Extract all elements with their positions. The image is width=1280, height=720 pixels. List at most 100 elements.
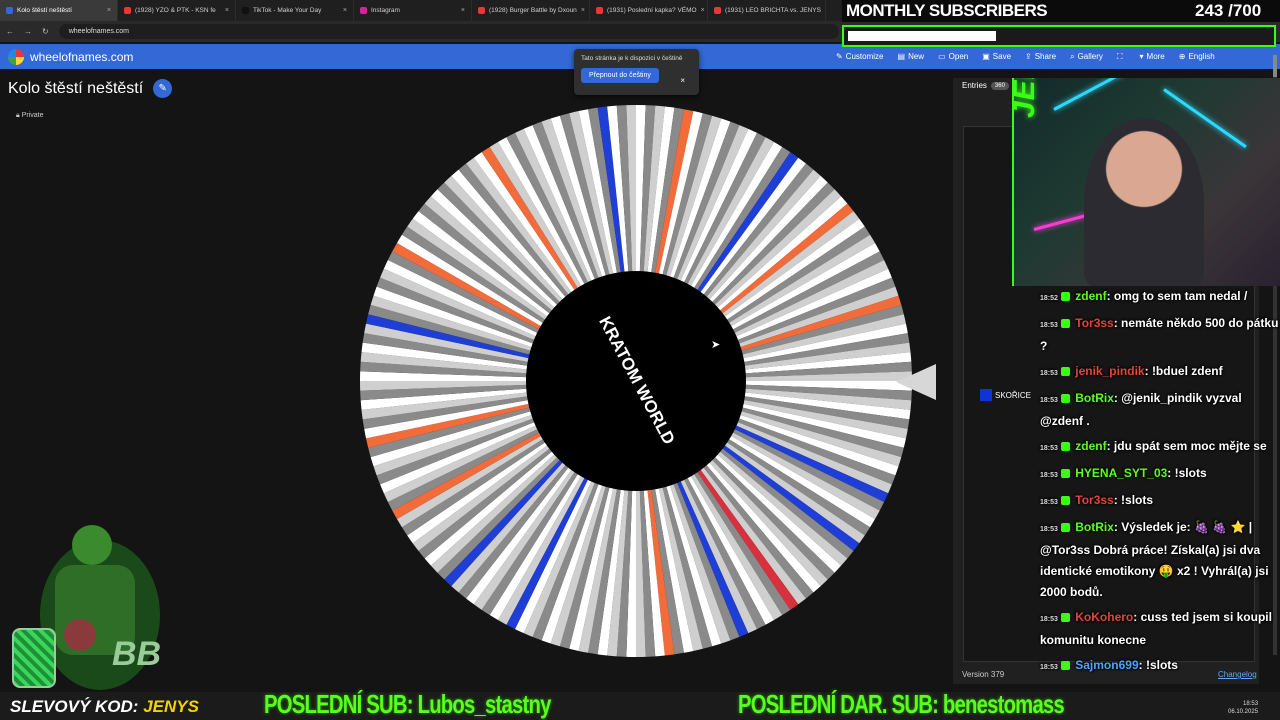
tab-favicon-icon — [478, 7, 485, 14]
chat-badge-icon — [1060, 319, 1070, 329]
last-gift-sub-ticker: POSLEDNÍ DAR. SUB: benestomass — [738, 689, 1065, 719]
chat-message: 18:52 zdenf: omg to sem tam nedal / — [1040, 289, 1248, 303]
wheel-pointer-arrow — [896, 364, 936, 400]
url-field[interactable]: wheelofnames.com — [58, 24, 839, 39]
version-label: Version 379 — [962, 670, 1005, 679]
tab-label: TikTok - Make Your Day — [253, 7, 322, 14]
switch-language-button[interactable]: Přepnout do češtiny — [581, 68, 659, 83]
chat-badge-icon — [1060, 394, 1070, 404]
tab-label: (1928) Burger Battle by Dxoun — [489, 7, 577, 14]
menu-item-open[interactable]: ▭ Open — [938, 52, 968, 61]
chat-badge-icon — [1060, 292, 1070, 302]
new-file-icon: ▤ — [897, 52, 906, 61]
site-name: wheelofnames.com — [30, 49, 134, 64]
chat-text: : !slots — [1113, 493, 1154, 507]
menu-item-gallery[interactable]: ⌕ Gallery — [1070, 52, 1103, 62]
browser-tab[interactable]: (1928) YZO & PTK - KSN fe × — [118, 0, 236, 21]
tab-favicon-icon — [714, 7, 721, 14]
tab-favicon-icon — [124, 7, 131, 14]
chat-message: 18:53 Tor3ss: !slots — [1040, 493, 1154, 507]
subs-progress-fill — [848, 31, 996, 41]
tab-close-icon[interactable]: × — [343, 7, 347, 14]
chat-username[interactable]: Tor3ss — [1075, 493, 1113, 507]
browser-tab[interactable]: (1931) LEO BRICHTA vs. JENYS × — [708, 0, 826, 21]
chat-badge-icon — [1060, 367, 1070, 377]
tab-label: (1931) LEO BRICHTA vs. JENYS — [725, 7, 821, 14]
chat-username[interactable]: BotRix — [1075, 391, 1114, 405]
chat-username[interactable]: BotRix — [1075, 520, 1114, 534]
folder-icon: ▭ — [938, 52, 946, 61]
scrollbar-thumb[interactable] — [1273, 55, 1277, 77]
menu-item-fullscreen[interactable]: ⛶ — [1117, 52, 1126, 62]
chat-message: 18:53 jenik_pindik: !bduel zdenf — [1040, 364, 1223, 378]
menu-item-customize[interactable]: ✎ Customize — [836, 52, 884, 61]
entry-item[interactable]: SKOŘICE — [980, 389, 1031, 401]
browser-tab[interactable]: (1928) Burger Battle by Dxoun × — [472, 0, 590, 21]
reload-icon[interactable]: ↻ — [42, 27, 49, 36]
menu-item-save[interactable]: ▣ Save — [982, 52, 1011, 61]
browser-tab[interactable]: Instagram × — [354, 0, 472, 21]
share-icon: ⇪ — [1025, 52, 1032, 61]
webcam-feed: JENYSS — [1012, 78, 1280, 286]
chat-username[interactable]: zdenf — [1075, 289, 1106, 303]
chat-username[interactable]: jenik_pindik — [1075, 364, 1144, 378]
screen: Kolo štěstí neštěstí × (1928) YZO & PTK - … — [0, 0, 1280, 720]
chat-username[interactable]: KoKohero — [1075, 610, 1133, 624]
browser-tab[interactable]: (1931) Poslední kapka? VÉMO × — [590, 0, 708, 21]
menu-item-share[interactable]: ⇪ Share — [1025, 52, 1056, 61]
chat-badge-icon — [1060, 661, 1070, 671]
tab-close-icon[interactable]: × — [107, 7, 111, 14]
tab-close-icon[interactable]: × — [581, 7, 585, 14]
chat-username[interactable]: Sajmon699 — [1075, 658, 1138, 672]
wheel-logo-icon — [8, 48, 24, 65]
tab-close-icon[interactable]: × — [461, 7, 465, 14]
product-jar-image — [12, 628, 56, 688]
tab-close-icon[interactable]: × — [225, 7, 229, 14]
menu-item-english[interactable]: ⊕ English — [1179, 52, 1215, 61]
chat-badge-icon — [1060, 496, 1070, 506]
chat-username[interactable]: HYENA_SYT_03 — [1075, 466, 1167, 480]
menu-item-new[interactable]: ▤ New — [898, 52, 925, 61]
chat-text: : @jenik_pindik vyzval @zdenf . — [1040, 391, 1242, 428]
menu-item-more[interactable]: ▾ More — [1140, 52, 1165, 61]
tab-label: Kolo štěstí neštěstí — [17, 7, 72, 14]
last-sub-ticker: POSLEDNÍ SUB: Lubos_stastny — [264, 689, 551, 719]
chat-username[interactable]: zdenf — [1075, 439, 1106, 453]
chat-text: : jdu spát sem moc mějte se — [1106, 439, 1267, 453]
chat-badge-icon — [1060, 613, 1070, 623]
tab-entries[interactable]: Entries 360 — [962, 81, 1009, 90]
browser-tab[interactable]: TikTok - Make Your Day × — [236, 0, 354, 21]
subs-progress-bar — [842, 25, 1276, 47]
fullscreen-icon: ⛶ — [1116, 51, 1123, 61]
save-icon: ▣ — [982, 52, 990, 61]
page-title: Kolo štěstí neštěstí ✎ — [8, 79, 173, 98]
neon-light — [1053, 78, 1161, 111]
tab-close-icon[interactable]: × — [825, 7, 826, 14]
tab-label: (1928) YZO & PTK - KSN fe — [135, 7, 216, 14]
forward-icon[interactable]: → — [24, 27, 32, 36]
mouse-cursor-icon: ➤ — [711, 339, 721, 351]
chat-text: : !slots — [1167, 466, 1207, 480]
back-icon[interactable]: ← — [6, 27, 14, 36]
chat-badge-icon — [1060, 469, 1070, 479]
chat-message: 18:53 BotRix: @jenik_pindik vyzval @zden… — [1040, 391, 1242, 428]
palette-icon: ✎ — [836, 52, 843, 61]
more-icon: ▾ — [1139, 52, 1144, 61]
search-icon: ⌕ — [1070, 51, 1075, 61]
brand-logo: JENYSS — [1014, 78, 1042, 118]
tab-label: Instagram — [371, 7, 400, 14]
subs-count: 243 /700 — [1195, 1, 1262, 20]
privacy-label: 🔒︎ Private — [16, 112, 44, 119]
edit-pencil-icon[interactable]: ✎ — [153, 79, 173, 98]
entries-count-badge: 360 — [990, 81, 1009, 90]
tab-label: (1931) Poslední kapka? VÉMO — [607, 7, 697, 14]
svg-text:BB: BB — [112, 635, 161, 673]
stream-chat: 18:52 zdenf: omg to sem tam nedal / 18:53… — [1040, 286, 1280, 682]
tab-close-icon[interactable]: × — [701, 7, 705, 14]
chat-message: 18:53 HYENA_SYT_03: !slots — [1040, 466, 1207, 480]
site-logo[interactable]: wheelofnames.com — [8, 48, 134, 65]
browser-tab[interactable]: Kolo štěstí neštěstí × — [0, 0, 118, 21]
close-icon[interactable]: × — [680, 76, 685, 85]
chat-username[interactable]: Tor3ss — [1075, 316, 1113, 330]
wheel-of-names[interactable]: KRATOM WORLD — [355, 100, 915, 662]
